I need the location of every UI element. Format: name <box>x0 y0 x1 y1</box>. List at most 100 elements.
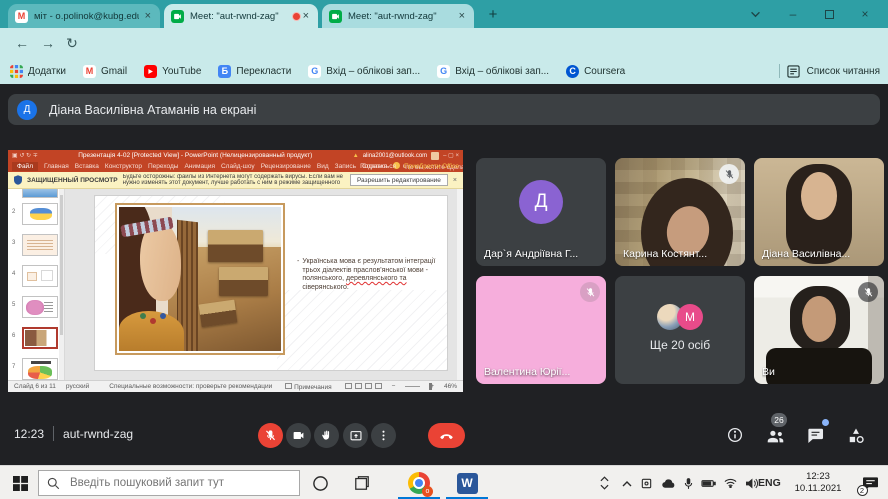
participant-name: Карина Костянт... <box>623 248 707 260</box>
bookmark-google-signin-1[interactable]: G Вхід – облікові зап... <box>308 65 420 78</box>
participant-tile-overflow[interactable]: M Ще 20 осіб <box>615 276 745 384</box>
screen: M міт - o.polinok@kubg.edu.ua - П × Meet… <box>0 0 888 499</box>
taskbar-word-button[interactable]: W <box>455 471 479 495</box>
slide-thumbnail-4 <box>22 265 58 287</box>
camera-icon <box>292 429 305 442</box>
action-center-button[interactable]: 2 <box>858 471 882 495</box>
new-tab-button[interactable]: + <box>482 3 504 25</box>
ppt-menu-item: Вид <box>317 163 329 170</box>
ppt-enable-editing-button: Разрешить редактирование <box>350 174 448 186</box>
participant-tile-you[interactable]: Ви <box>754 276 884 384</box>
meeting-details-button[interactable] <box>726 426 744 444</box>
tab-gmail[interactable]: M міт - o.polinok@kubg.edu.ua - П × <box>8 4 160 28</box>
tab-close-icon[interactable]: × <box>143 10 153 22</box>
participants-count-badge: 26 <box>771 413 787 427</box>
ppt-thumbnail-scrollbar <box>59 189 64 380</box>
reading-list-label[interactable]: Список читання <box>807 66 880 77</box>
ppt-zoom-slider <box>405 386 420 387</box>
language-indicator[interactable]: ENG <box>758 466 781 499</box>
meeting-info: 12:23 aut-rwnd-zag <box>14 426 133 441</box>
screen-share-surface[interactable]: ▣ ↺ ↻ ∓ Презентація 4-02 [Protected View… <box>8 150 463 392</box>
translate-icon: Б <box>218 65 231 78</box>
activities-button[interactable] <box>846 426 866 446</box>
slide-thumbnail-number: 3 <box>12 240 15 246</box>
hidden-icons-chevron-icon[interactable] <box>622 480 632 487</box>
ppt-menu-item: Главная <box>44 163 69 170</box>
tab-close-icon[interactable]: × <box>457 10 467 22</box>
bookmark-translate[interactable]: Б Перекласти <box>218 65 291 78</box>
reload-icon[interactable]: ↻ <box>62 33 82 53</box>
window-profile-chevron-icon[interactable] <box>740 0 770 28</box>
microphone-icon[interactable] <box>684 477 693 490</box>
present-screen-button[interactable] <box>343 423 368 448</box>
tab-meet-active[interactable]: Meet: "aut-rwnd-zag" × <box>164 4 318 28</box>
participant-name: Ви <box>762 366 775 378</box>
bookmark-gmail[interactable]: M Gmail <box>83 65 127 78</box>
ppt-status-bar: Слайд 6 из 11 русский Специальные возмож… <box>8 380 463 392</box>
tab-close-icon[interactable]: × <box>301 10 311 22</box>
tab-meet-2[interactable]: Meet: "aut-rwnd-zag" × <box>322 4 474 28</box>
slide-picture-frame <box>115 203 285 355</box>
youtube-icon <box>144 65 157 78</box>
forward-icon[interactable]: → <box>38 33 58 53</box>
bookmark-youtube[interactable]: YouTube <box>144 65 201 78</box>
divider <box>53 426 54 441</box>
task-view-button[interactable] <box>350 471 374 495</box>
ppt-thumbnail-panel: 2 3 4 5 6 <box>8 189 65 380</box>
coursera-icon: C <box>566 65 579 78</box>
divider <box>779 64 780 78</box>
show-everyone-button[interactable] <box>765 426 786 445</box>
slide-thumbnail-2 <box>22 203 58 225</box>
more-options-button[interactable] <box>371 423 396 448</box>
slide-thumbnail-1-partial <box>22 189 58 198</box>
participant-name: Дар`я Андріївна Г... <box>484 248 578 260</box>
ppt-buy-office-label: Приобрести Office <box>404 163 459 170</box>
slide-thumbnail-number: 7 <box>12 364 15 370</box>
taskbar-scroll-arrows[interactable] <box>600 466 609 499</box>
tab-title: Meet: "aut-rwnd-zag" <box>190 11 286 22</box>
bookmark-google-signin-2[interactable]: G Вхід – облікові зап... <box>437 65 549 78</box>
ppt-share-label: Поделиться <box>360 163 396 170</box>
start-button[interactable] <box>8 471 32 495</box>
speaker-icon[interactable] <box>745 478 758 489</box>
ppt-account-avatar <box>431 152 439 160</box>
search-input[interactable] <box>68 476 268 490</box>
mic-off-icon <box>264 429 277 442</box>
participant-tile-karyna[interactable]: Карина Костянт... <box>615 158 745 266</box>
camera-toggle-button[interactable] <box>286 423 311 448</box>
window-close-button[interactable]: × <box>850 0 880 28</box>
participant-name: Діана Василівна... <box>762 248 850 260</box>
taskbar-search-box[interactable] <box>38 470 300 496</box>
chat-button[interactable] <box>806 426 825 445</box>
bookmark-label: Gmail <box>101 66 127 77</box>
clock-time: 12:23 <box>790 471 846 483</box>
end-call-button[interactable] <box>428 423 465 448</box>
battery-icon[interactable] <box>701 479 716 488</box>
system-tray <box>622 466 758 499</box>
onedrive-cloud-icon[interactable] <box>661 478 676 489</box>
participant-tile-darya[interactable]: Д Дар`я Андріївна Г... <box>476 158 606 266</box>
back-icon[interactable]: ← <box>12 33 32 53</box>
window-maximize-button[interactable] <box>814 0 844 28</box>
slide-thumbnail-number: 5 <box>12 302 15 308</box>
clock-date: 10.11.2021 <box>790 483 846 495</box>
mic-toggle-button[interactable] <box>258 423 283 448</box>
taskbar-chrome-button[interactable]: o <box>407 471 431 495</box>
ppt-slide-canvas: - Українська мова є результатом інтеграц… <box>65 189 463 380</box>
window-minimize-button[interactable]: – <box>778 0 808 28</box>
slide-thumbnail-7-partial <box>22 358 58 380</box>
cortana-button[interactable] <box>308 471 332 495</box>
raise-hand-button[interactable] <box>314 423 339 448</box>
taskbar-clock[interactable]: 12:23 10.11.2021 <box>790 471 846 495</box>
slide-illustration <box>119 207 281 351</box>
participant-tile-diana[interactable]: Діана Василівна... <box>754 158 884 266</box>
bookmark-apps[interactable]: Додатки <box>10 65 66 78</box>
slide-thumbnail-3 <box>22 234 58 256</box>
google-g-icon: G <box>308 65 321 78</box>
device-icon[interactable] <box>640 477 653 490</box>
bookmark-label: Додатки <box>28 66 66 77</box>
bookmark-coursera[interactable]: C Coursera <box>566 65 625 78</box>
windows-taskbar: o W ENG 12:23 10.11.2021 <box>0 465 888 499</box>
participant-tile-valentyna[interactable]: Валентина Юрії... <box>476 276 606 384</box>
wifi-icon[interactable] <box>724 478 737 488</box>
